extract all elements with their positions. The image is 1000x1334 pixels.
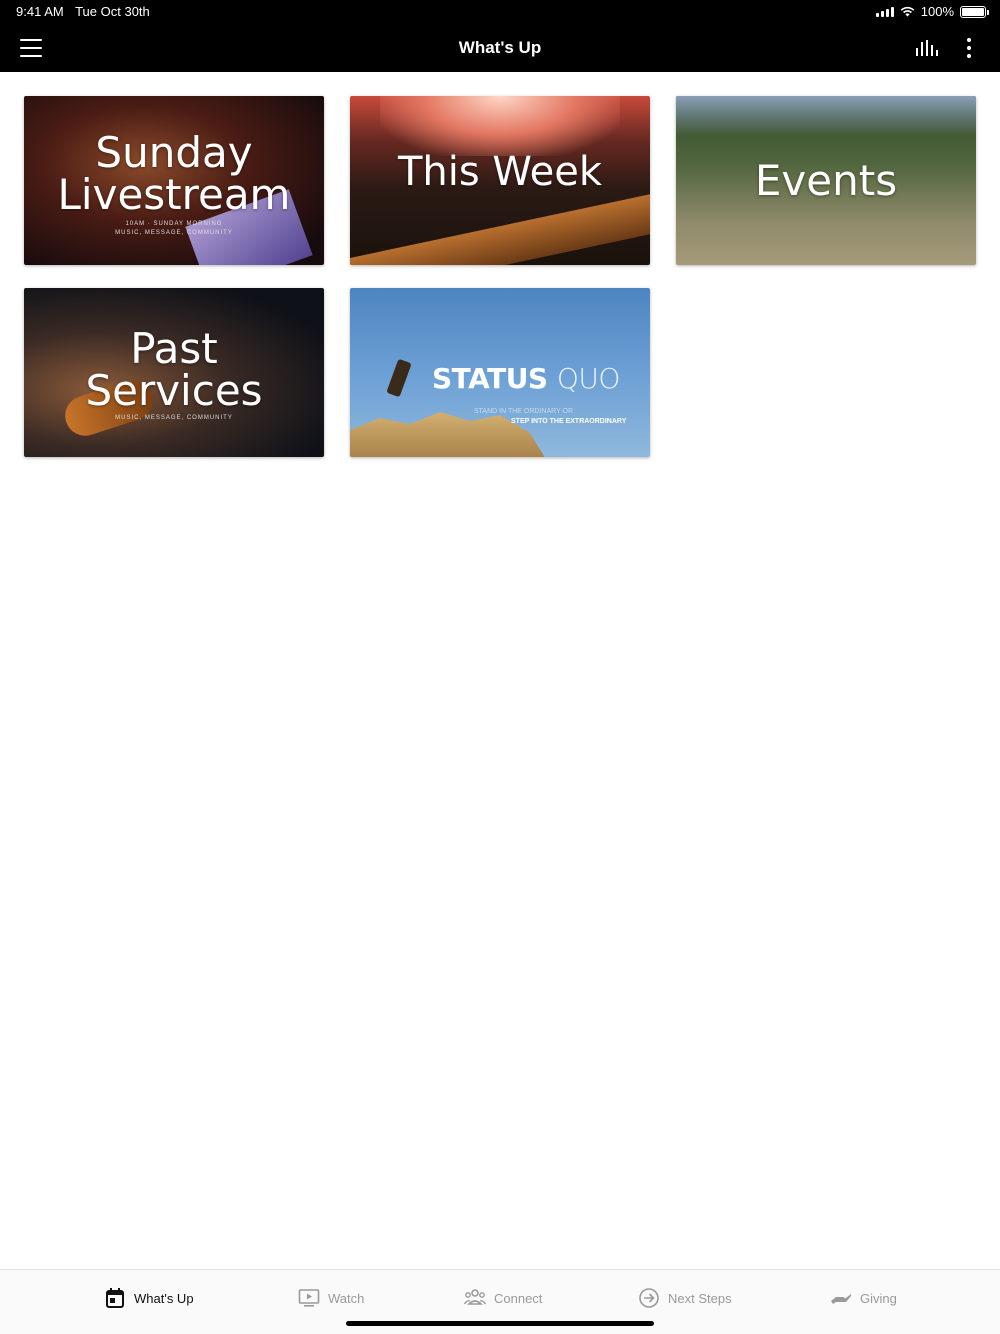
status-bar: 9:41 AM Tue Oct 30th 100% [0,0,1000,24]
tile-subtitle: 10AM · SUNDAY MORNING MUSIC, MESSAGE, CO… [115,221,233,236]
tile-title: Past Services [85,324,263,415]
tile-status-quo[interactable]: STATUS QUO STAND IN THE ORDINARY OR STEP… [350,288,650,457]
tab-connect[interactable]: Connect [464,1286,542,1310]
status-time: 9:41 AM [16,4,64,19]
tile-title: STATUS QUO [432,362,620,395]
tab-giving[interactable]: Giving [830,1286,897,1310]
tile-tagline-2: STEP INTO THE EXTRAORDINARY [511,418,627,425]
hand-icon [831,1294,851,1304]
more-options-icon[interactable] [966,38,972,58]
tile-title: Events [754,156,898,205]
tile-title: Sunday Livestream [57,128,291,219]
wifi-icon [900,6,915,17]
cellular-signal-icon [875,6,894,17]
tab-whats-up[interactable]: What's Up [104,1286,194,1310]
tab-label: What's Up [134,1290,194,1306]
tab-label: Connect [494,1290,543,1306]
audio-bars-icon[interactable] [916,40,938,56]
battery-percentage: 100% [920,4,954,19]
tile-sunday-livestream[interactable]: Sunday Livestream 10AM · SUNDAY MORNING … [24,96,324,265]
people-icon [464,1289,486,1305]
arrow-circle-icon [639,1288,659,1308]
tab-label: Giving [860,1290,897,1306]
tile-this-week[interactable]: This Week [350,96,650,265]
calendar-icon [106,1288,124,1308]
page-title: What's Up [458,38,542,57]
tile-past-services[interactable]: Past Services MUSIC, MESSAGE, COMMUNITY [24,288,324,457]
tile-subtitle: MUSIC, MESSAGE, COMMUNITY [115,415,233,421]
status-date: Tue Oct 30th [75,4,150,19]
tab-next-steps[interactable]: Next Steps [638,1286,732,1310]
app-header: What's Up [0,24,1000,72]
tv-play-icon [298,1289,320,1307]
tab-label: Next Steps [668,1290,732,1306]
tile-title: This Week [397,149,603,195]
tile-events[interactable]: Events [676,96,976,265]
tab-label: Watch [328,1290,365,1306]
hiker-figure [386,358,412,398]
home-indicator [346,1321,654,1326]
battery-icon [960,5,989,18]
tile-tagline-1: STAND IN THE ORDINARY OR [474,408,574,415]
tab-watch[interactable]: Watch [298,1286,364,1310]
